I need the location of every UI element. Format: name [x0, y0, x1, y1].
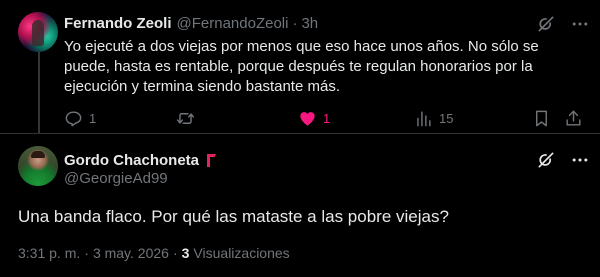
tweet-time[interactable]: 3h: [301, 15, 318, 32]
grok-icon[interactable]: [536, 14, 556, 34]
author-name[interactable]: Gordo Chachoneta: [64, 152, 199, 169]
avatar[interactable]: [18, 12, 58, 52]
views-icon: [417, 110, 431, 126]
separator: ·: [172, 245, 178, 261]
reply-icon: [65, 110, 82, 126]
tweet-time[interactable]: 3:31 p. m.: [18, 245, 80, 261]
avatar[interactable]: [18, 146, 58, 186]
grok-icon[interactable]: [536, 150, 556, 170]
reply-tweet[interactable]: Fernando Zeoli @FernandoZeoli · 3h Yo ej…: [0, 0, 600, 134]
more-icon[interactable]: [570, 14, 590, 34]
like-icon: [300, 111, 315, 126]
bookmark-icon: [536, 110, 547, 126]
tweet-top-actions: [536, 14, 590, 34]
retweet-button[interactable]: [176, 108, 201, 128]
separator: ·: [292, 14, 298, 32]
share-icon: [566, 110, 581, 126]
flag-badge-icon: [205, 152, 219, 168]
views-count[interactable]: 3: [182, 245, 190, 261]
tweet-top-actions: [536, 150, 590, 170]
bookmark-button[interactable]: [532, 108, 551, 128]
tweet-text: Yo ejecuté a dos viejas por menos que es…: [64, 38, 539, 95]
views-count: 15: [439, 110, 454, 126]
author-name[interactable]: Fernando Zeoli: [64, 15, 172, 32]
views-button[interactable]: 15: [414, 108, 453, 128]
tweet-actions: 1 1 15: [64, 108, 584, 128]
like-button[interactable]: 1: [298, 108, 330, 128]
tweet-text: Una banda flaco. Por qué las mataste a l…: [18, 207, 449, 226]
reply-count: 1: [89, 110, 97, 126]
tweet-header: Gordo Chachoneta: [64, 150, 219, 170]
tweet-detail-view: Fernando Zeoli @FernandoZeoli · 3h Yo ej…: [0, 0, 600, 277]
tweet-header: Fernando Zeoli @FernandoZeoli · 3h: [64, 14, 318, 32]
separator: ·: [84, 245, 89, 261]
thread-line: [38, 52, 40, 134]
divider: [0, 133, 600, 134]
more-icon[interactable]: [570, 150, 590, 170]
author-handle[interactable]: @FernandoZeoli: [177, 15, 289, 32]
views-label[interactable]: Visualizaciones: [193, 245, 289, 261]
like-count: 1: [323, 110, 331, 126]
retweet-icon: [176, 112, 195, 124]
reply-button[interactable]: 1: [64, 108, 96, 128]
share-button[interactable]: [564, 108, 583, 128]
tweet-date[interactable]: 3 may. 2026: [93, 245, 169, 261]
tweet-meta: 3:31 p. m. · 3 may. 2026 · 3 Visualizaci…: [18, 245, 290, 261]
author-handle[interactable]: @GeorgieAd99: [64, 170, 168, 187]
